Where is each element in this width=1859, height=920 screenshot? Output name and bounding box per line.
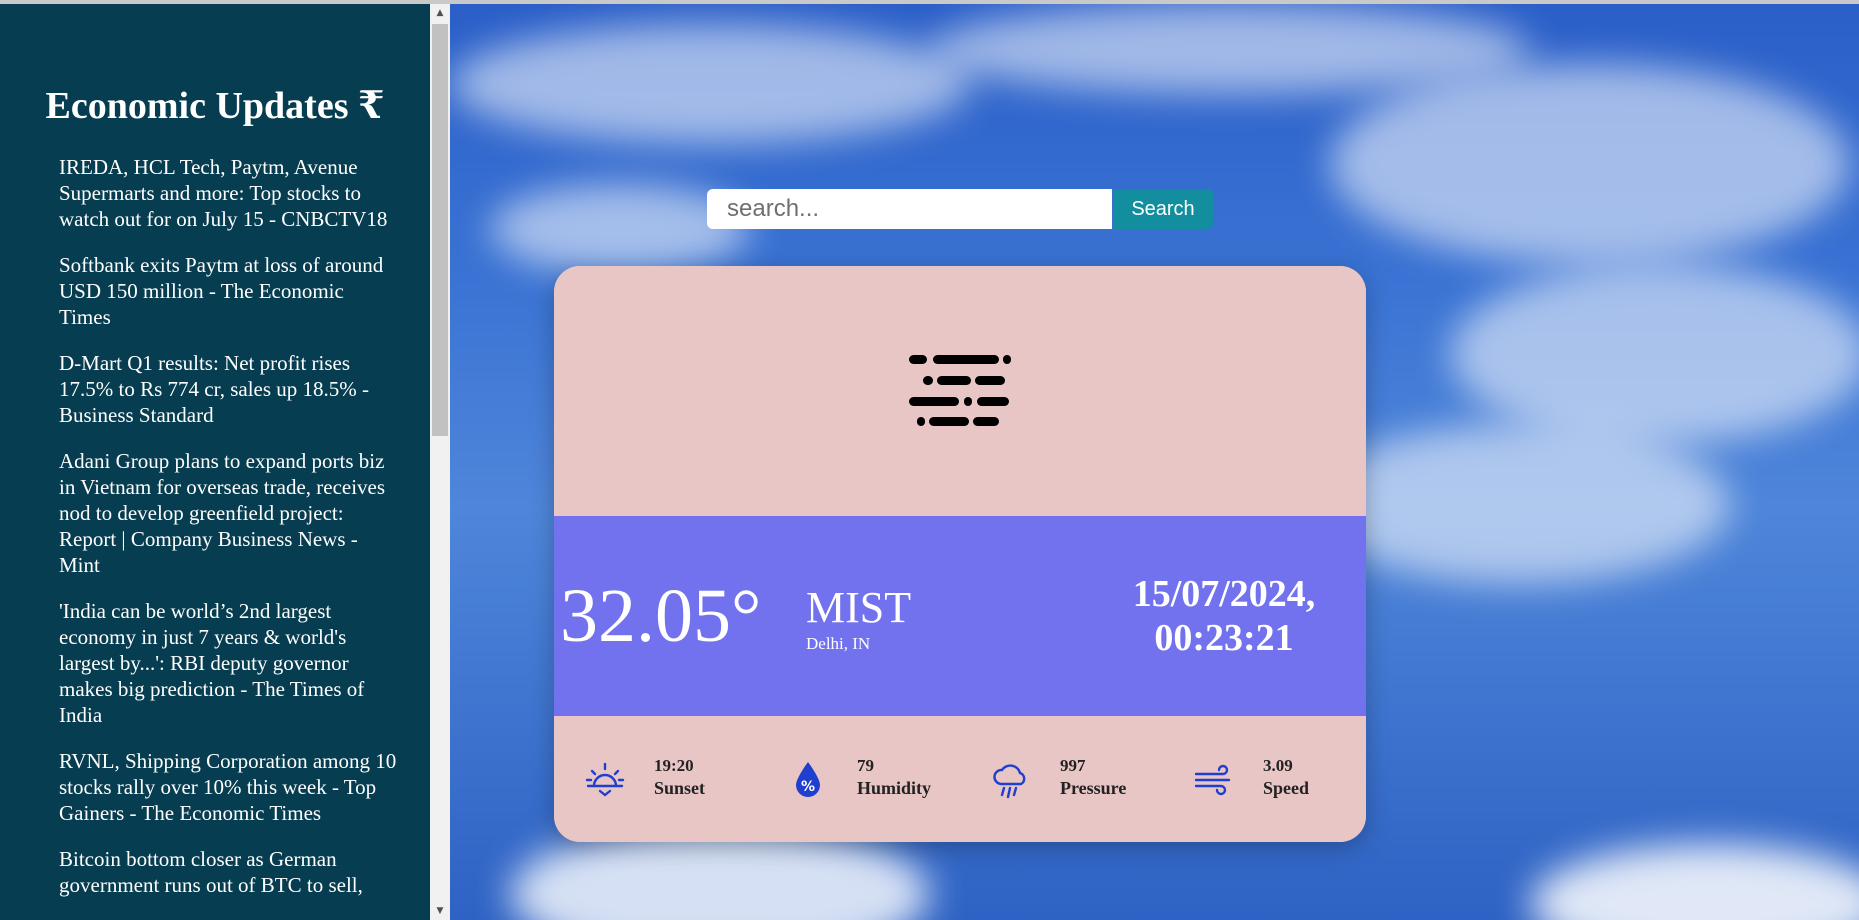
sidebar-scrollbar[interactable]: ▲ ▼ (430, 4, 450, 920)
pressure-label: Pressure (1060, 778, 1127, 798)
news-list: IREDA, HCL Tech, Paytm, Avenue Supermart… (59, 154, 399, 918)
scroll-down-arrow-icon[interactable]: ▼ (430, 902, 450, 920)
weather-card: 32.05° MIST Delhi, IN 15/07/2024, 00:23:… (554, 266, 1366, 842)
date-time: 15/07/2024, 00:23:21 (1114, 572, 1334, 660)
news-item[interactable]: RVNL, Shipping Corporation among 10 stoc… (59, 748, 399, 826)
svg-text:%: % (801, 779, 815, 795)
rain-cloud-icon (993, 764, 1026, 799)
sunset-icon (585, 762, 625, 797)
speed-label: Speed (1263, 778, 1310, 798)
window-top-edge (0, 0, 1859, 4)
news-item[interactable]: Bitcoin bottom closer as German governme… (59, 846, 399, 898)
wind-icon (1194, 764, 1231, 796)
humidity-value: 79 (857, 756, 874, 775)
speed-value: 3.09 (1263, 756, 1293, 775)
scroll-up-arrow-icon[interactable]: ▲ (430, 4, 450, 22)
economic-updates-sidebar: Economic Updates ₹ IREDA, HCL Tech, Payt… (0, 4, 430, 920)
temperature: 32.05° (560, 574, 762, 658)
news-item[interactable]: Softbank exits Paytm at loss of around U… (59, 252, 399, 330)
weather-stats: 19:20 Sunset % 79 Humidity 997 Pressure (554, 716, 1366, 842)
news-item[interactable]: 'India can be world’s 2nd largest econom… (59, 598, 399, 728)
weather-icon-area (554, 266, 1366, 516)
search-box (707, 189, 1112, 229)
search-input[interactable] (707, 189, 1112, 229)
mist-icon (909, 355, 1011, 427)
humidity-drop-icon: % (796, 762, 820, 797)
sunset-label: Sunset (654, 778, 706, 798)
location: Delhi, IN (806, 634, 871, 653)
scroll-thumb[interactable] (432, 24, 448, 436)
humidity-label: Humidity (857, 778, 932, 798)
weather-main-info: 32.05° MIST Delhi, IN 15/07/2024, 00:23:… (554, 516, 1366, 716)
weather-condition: MIST (806, 583, 912, 632)
sunset-value: 19:20 (654, 756, 694, 775)
sidebar-title: Economic Updates ₹ (45, 85, 385, 127)
time: 00:23:21 (1154, 617, 1294, 659)
news-item[interactable]: Adani Group plans to expand ports biz in… (59, 448, 399, 578)
news-item[interactable]: IREDA, HCL Tech, Paytm, Avenue Supermart… (59, 154, 399, 232)
pressure-value: 997 (1060, 756, 1086, 775)
news-item[interactable]: D-Mart Q1 results: Net profit rises 17.5… (59, 350, 399, 428)
date: 15/07/2024, (1132, 573, 1316, 615)
search-button[interactable]: Search (1113, 189, 1213, 229)
